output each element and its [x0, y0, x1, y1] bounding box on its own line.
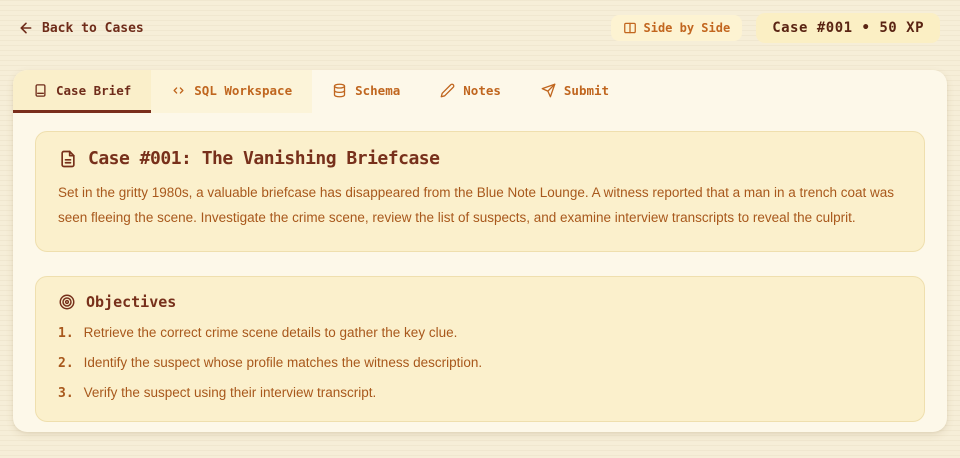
objective-number: 1.	[58, 325, 74, 341]
objective-text: Retrieve the correct crime scene details…	[83, 324, 458, 340]
objectives-title-row: Objectives	[58, 293, 902, 311]
top-bar-right: Side by Side Case #001 • 50 XP	[610, 13, 940, 43]
case-description: Set in the gritty 1980s, a valuable brie…	[58, 185, 895, 225]
side-by-side-button[interactable]: Side by Side	[610, 15, 743, 41]
objectives-list: 1. Retrieve the correct crime scene deta…	[58, 325, 902, 401]
code-icon	[171, 83, 186, 98]
tab-notes[interactable]: Notes	[420, 70, 521, 113]
case-title: Case #001: The Vanishing Briefcase	[88, 148, 440, 169]
tab-label: Submit	[563, 82, 610, 98]
brief-title-row: Case #001: The Vanishing Briefcase	[58, 148, 902, 169]
objective-text: Identify the suspect whose profile match…	[83, 354, 483, 370]
tab-bar: Case Brief SQL Workspace Schema Notes Su…	[13, 70, 947, 113]
case-brief-panel: Case #001: The Vanishing Briefcase Set i…	[13, 113, 947, 432]
back-to-cases-link[interactable]: Back to Cases	[18, 20, 144, 36]
tab-case-brief[interactable]: Case Brief	[13, 70, 152, 113]
top-bar: Back to Cases Side by Side Case #001 • 5…	[0, 0, 960, 46]
back-to-cases-label: Back to Cases	[42, 20, 144, 36]
arrow-left-icon	[18, 20, 34, 36]
objectives-card: Objectives 1. Retrieve the correct crime…	[35, 275, 925, 422]
tab-label: Notes	[463, 82, 501, 98]
tab-label: SQL Workspace	[194, 82, 293, 98]
objective-item: 3. Verify the suspect using their interv…	[58, 385, 902, 401]
pencil-icon	[440, 83, 455, 98]
tab-sql-workspace[interactable]: SQL Workspace	[151, 70, 313, 113]
case-xp-badge: Case #001 • 50 XP	[756, 13, 940, 43]
split-columns-icon	[623, 21, 637, 35]
case-card: Case Brief SQL Workspace Schema Notes Su…	[13, 70, 947, 432]
tab-label: Schema	[355, 82, 401, 98]
book-icon	[33, 83, 48, 98]
tab-submit[interactable]: Submit	[521, 70, 629, 113]
database-icon	[332, 83, 347, 98]
side-by-side-label: Side by Side	[643, 21, 731, 35]
objective-number: 2.	[58, 355, 74, 371]
send-icon	[541, 83, 556, 98]
objective-number: 3.	[58, 385, 74, 401]
tab-label: Case Brief	[56, 82, 132, 98]
tab-schema[interactable]: Schema	[312, 70, 420, 113]
brief-card: Case #001: The Vanishing Briefcase Set i…	[35, 131, 925, 252]
objective-item: 1. Retrieve the correct crime scene deta…	[58, 325, 902, 341]
objectives-title: Objectives	[86, 292, 177, 311]
target-icon	[58, 293, 76, 311]
objective-item: 2. Identify the suspect whose profile ma…	[58, 355, 902, 371]
file-text-icon	[58, 149, 78, 169]
objective-text: Verify the suspect using their interview…	[83, 384, 377, 400]
